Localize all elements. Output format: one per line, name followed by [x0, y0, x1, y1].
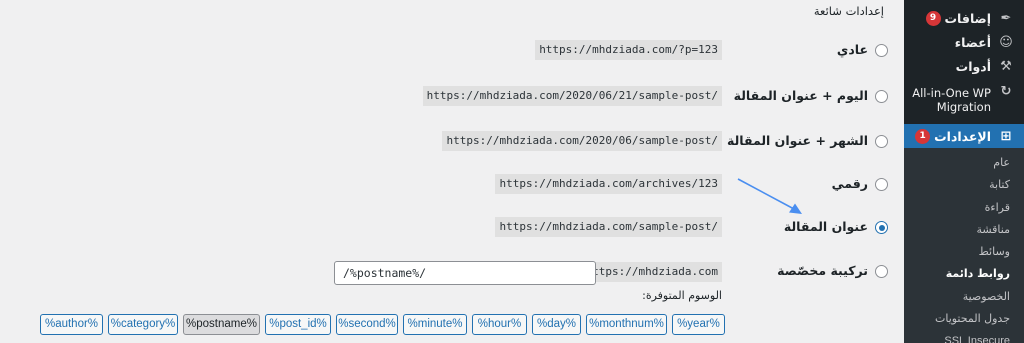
- submenu-permalinks[interactable]: روابط دائمة: [904, 263, 1024, 285]
- available-tags-label: الوسوم المتوفرة:: [642, 289, 722, 302]
- submenu-ssl-insecure-content[interactable]: SSL Insecure Content: [904, 330, 1024, 343]
- option-plain: عادي https://mhdziada.com/?p=123: [0, 40, 904, 62]
- example-url: https://mhdziada.com/archives/123: [495, 174, 722, 194]
- tag-minute-button[interactable]: %minute%: [403, 314, 467, 335]
- permalink-settings-panel: إعدادات شائعة عادي https://mhdziada.com/…: [0, 0, 904, 343]
- submenu-privacy[interactable]: الخصوصية: [904, 286, 1024, 308]
- tag-year-button[interactable]: %year%: [672, 314, 725, 335]
- option-label[interactable]: عادي: [837, 42, 868, 57]
- migration-icon: ↻: [1000, 84, 1012, 99]
- plugin-icon: ✒: [1000, 10, 1012, 26]
- custom-structure-input[interactable]: /%postname%/: [334, 261, 596, 285]
- tag-day-button[interactable]: %day%: [532, 314, 581, 335]
- tag-post-id-button[interactable]: %post_id%: [265, 314, 331, 335]
- option-month-and-name: الشهر + عنوان المقالة https://mhdziada.c…: [0, 131, 904, 153]
- tag-category-button[interactable]: %category%: [108, 314, 178, 335]
- sidebar-item-users[interactable]: ☺ أعضاء: [904, 30, 1024, 54]
- base-url: https://mhdziada.com: [581, 262, 722, 282]
- option-label[interactable]: اليوم + عنوان المقالة: [734, 88, 868, 103]
- sidebar-item-label: أعضاء: [954, 34, 991, 50]
- radio-day-and-name[interactable]: [875, 90, 888, 103]
- example-url: https://mhdziada.com/sample-post/: [495, 217, 722, 237]
- submenu-table-of-contents[interactable]: جدول المحتويات: [904, 308, 1024, 330]
- sidebar-item-settings[interactable]: ⊞ الإعدادات 1: [904, 124, 1024, 148]
- annotation-arrow-icon: [737, 178, 802, 214]
- tag-hour-button[interactable]: %hour%: [472, 314, 527, 335]
- sidebar-item-label: أدوات: [955, 58, 991, 74]
- settings-submenu: عام كتابة قراءة مناقشة وسائط روابط دائمة…: [904, 148, 1024, 343]
- option-post-name: عنوان المقالة https://mhdziada.com/sampl…: [0, 217, 904, 239]
- sidebar-item-tools[interactable]: ⚒ أدوات: [904, 54, 1024, 78]
- tag-author-button[interactable]: %author%: [40, 314, 103, 335]
- example-url: https://mhdziada.com/?p=123: [535, 40, 722, 60]
- sidebar-item-plugins[interactable]: ✒ إضافات 9: [904, 6, 1024, 30]
- submenu-writing[interactable]: كتابة: [904, 174, 1024, 196]
- option-label[interactable]: عنوان المقالة: [784, 219, 868, 234]
- submenu-media[interactable]: وسائط: [904, 241, 1024, 263]
- radio-plain[interactable]: [875, 44, 888, 57]
- update-count-badge: 9: [925, 10, 941, 26]
- tools-icon: ⚒: [1000, 58, 1012, 74]
- sidebar-item-label: إضافات: [944, 10, 992, 26]
- example-url: https://mhdziada.com/2020/06/21/sample-p…: [422, 86, 722, 106]
- sidebar-item-migration[interactable]: ↻ All-in-One WP Migration: [904, 78, 1024, 122]
- admin-sidebar: ✒ إضافات 9 ☺ أعضاء ⚒ أدوات ↻ All-in-One …: [904, 0, 1024, 343]
- settings-icon: ⊞: [1000, 128, 1012, 144]
- radio-numeric[interactable]: [875, 178, 888, 191]
- tag-postname-button[interactable]: %postname%: [183, 314, 260, 335]
- users-icon: ☺: [999, 34, 1013, 50]
- option-label[interactable]: رقمي: [832, 176, 868, 191]
- tag-second-button[interactable]: %second%: [336, 314, 398, 335]
- radio-post-name[interactable]: [875, 221, 888, 234]
- sidebar-item-label: All-in-One WP Migration: [912, 86, 991, 114]
- submenu-general[interactable]: عام: [904, 152, 1024, 174]
- option-day-and-name: اليوم + عنوان المقالة https://mhdziada.c…: [0, 86, 904, 108]
- option-label[interactable]: الشهر + عنوان المقالة: [727, 133, 868, 148]
- example-url: https://mhdziada.com/2020/06/sample-post…: [442, 131, 722, 151]
- radio-custom-structure[interactable]: [875, 265, 888, 278]
- submenu-reading[interactable]: قراءة: [904, 197, 1024, 219]
- option-label[interactable]: تركيبة مخصّصة: [777, 263, 868, 278]
- submenu-discussion[interactable]: مناقشة: [904, 219, 1024, 241]
- settings-count-badge: 1: [915, 128, 931, 144]
- section-title: إعدادات شائعة: [813, 4, 884, 18]
- radio-month-and-name[interactable]: [875, 135, 888, 148]
- tag-monthnum-button[interactable]: %monthnum%: [586, 314, 667, 335]
- sidebar-item-label: الإعدادات: [934, 128, 991, 144]
